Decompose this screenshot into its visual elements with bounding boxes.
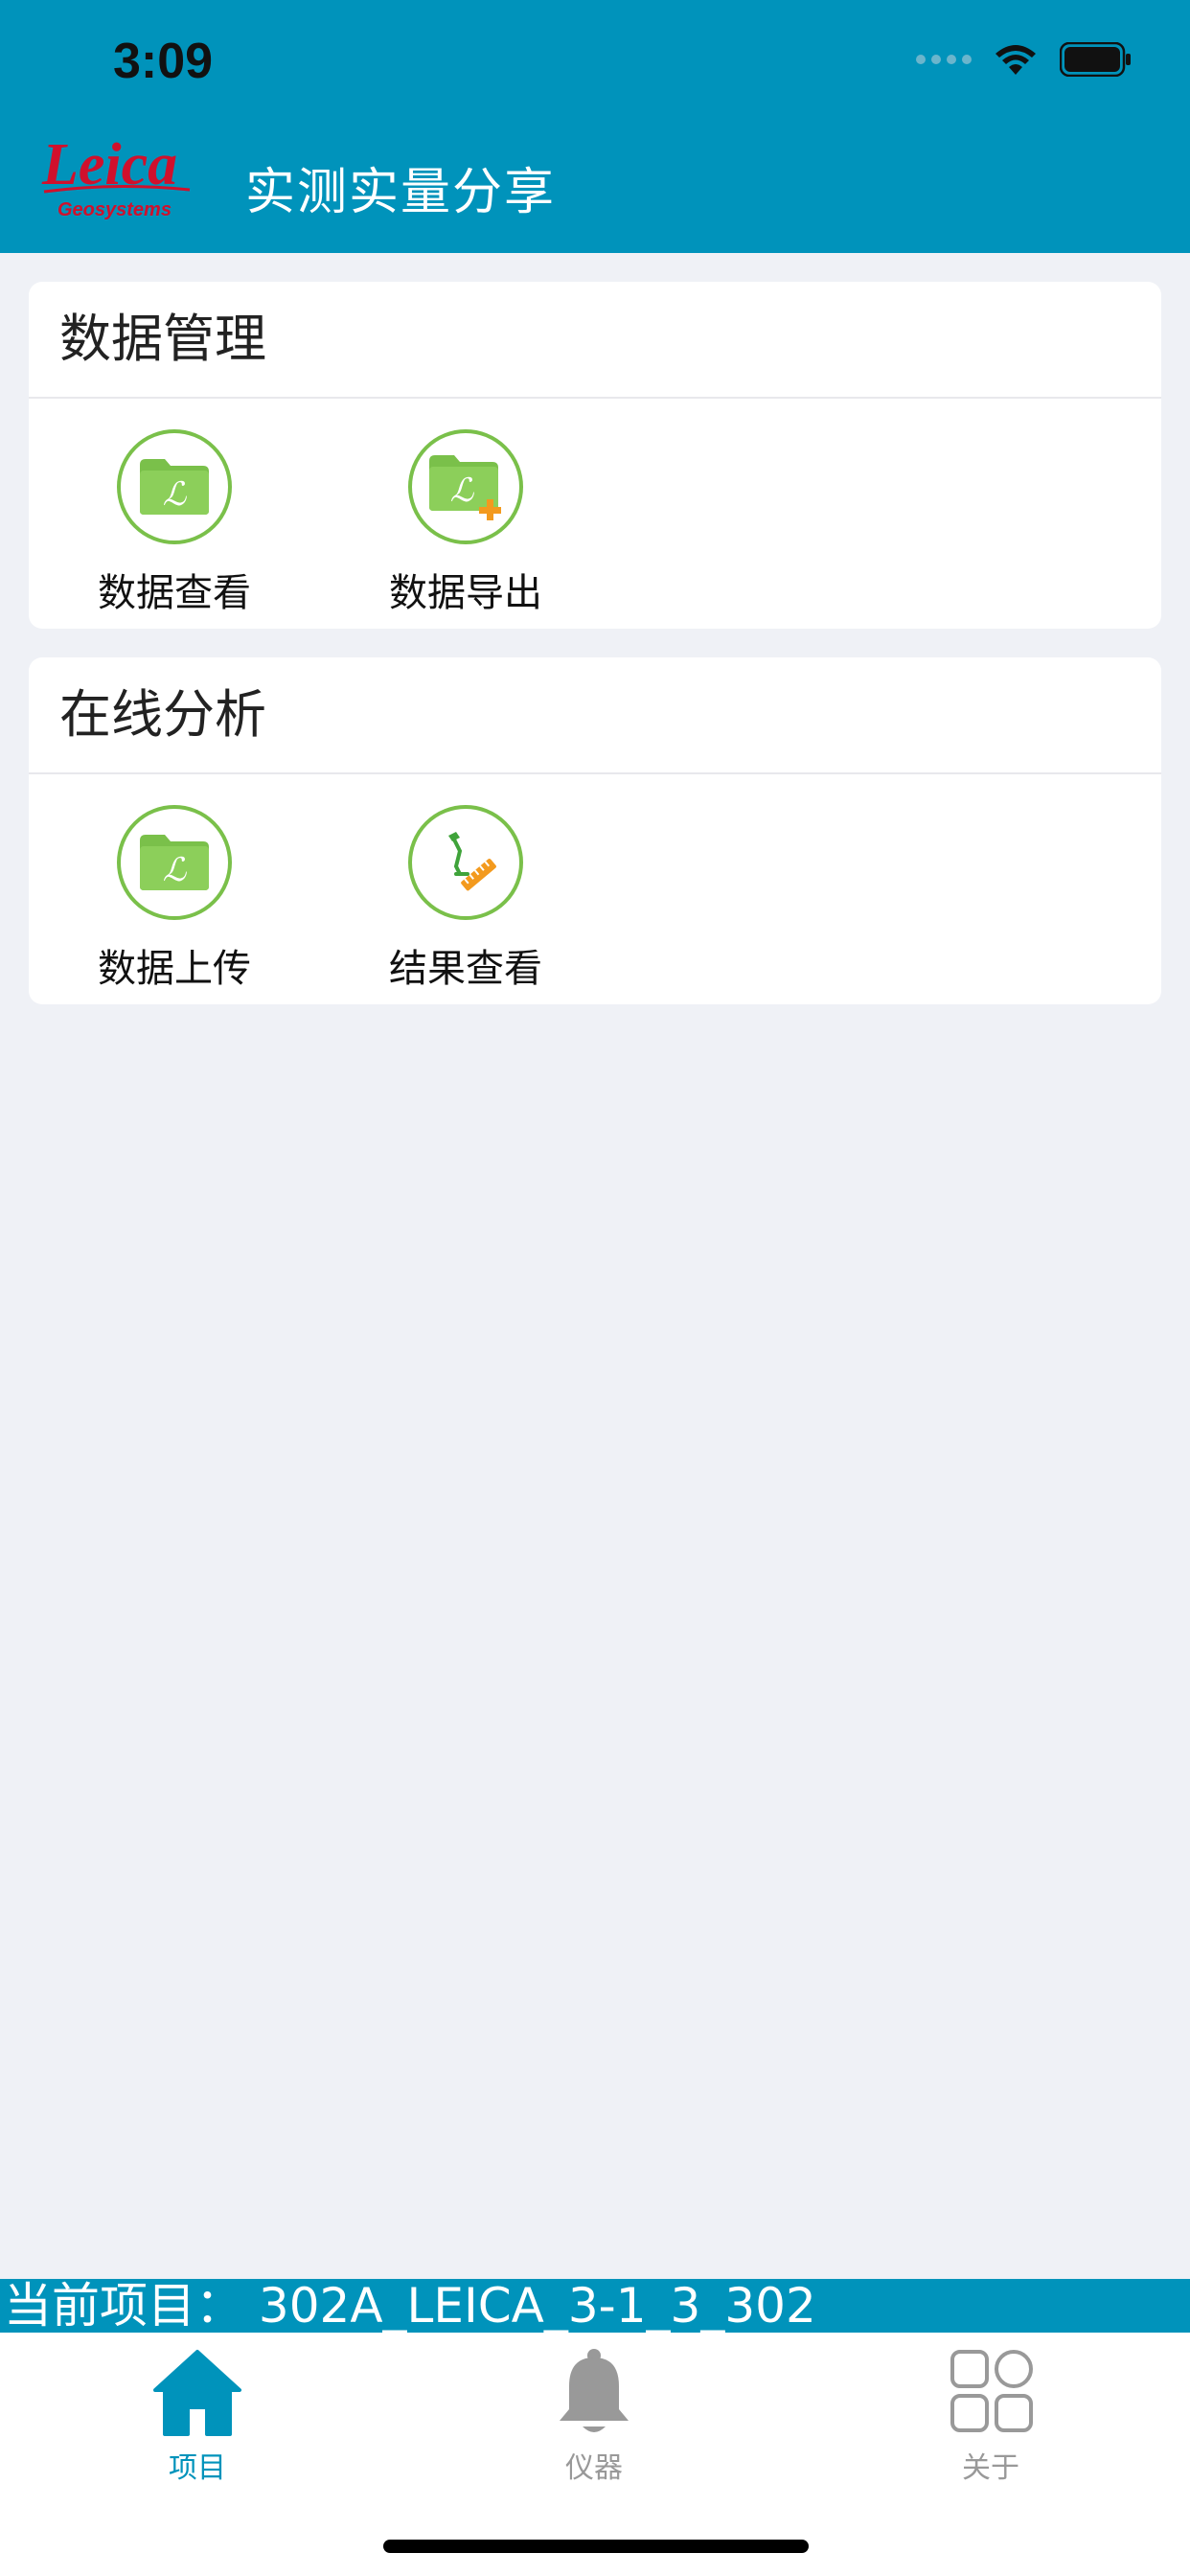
app-header: 3:09 Leica Geosystems 实测实量分享 [0,0,1190,253]
tab-instrument[interactable]: 仪器 [498,2346,690,2486]
section-body: ℒ 数据查看 ℒ 数据导出 [29,399,1161,629]
data-upload-button[interactable]: ℒ 数据上传 [59,805,289,993]
folder-icon: ℒ [117,429,232,544]
section-title: 在线分析 [29,657,1161,774]
status-icons [916,42,1133,77]
grid-icon [950,2350,1033,2432]
tile-label: 结果查看 [389,947,542,991]
bell-icon [560,2349,629,2432]
app-title: 实测实量分享 [245,164,557,221]
result-view-button[interactable]: 结果查看 [351,805,581,993]
svg-text:ℒ: ℒ [163,477,188,513]
section-data-management: 数据管理 ℒ 数据查看 ℒ 数据导出 [29,282,1161,629]
folder-add-icon: ℒ [408,429,523,544]
cellular-signal-icon [916,55,972,64]
data-export-button[interactable]: ℒ 数据导出 [351,429,581,617]
tile-label: 数据查看 [98,571,251,615]
section-title: 数据管理 [29,282,1161,399]
svg-text:ℒ: ℒ [163,853,188,888]
folder-icon: ℒ [117,805,232,920]
tile-label: 数据导出 [389,571,542,615]
tab-project[interactable]: 项目 [102,2346,293,2486]
section-online-analysis: 在线分析 ℒ 数据上传 结果查看 [29,657,1161,1004]
section-body: ℒ 数据上传 结果查看 [29,774,1161,1004]
wifi-icon [995,45,1036,75]
battery-icon [1060,42,1131,77]
tab-label: 项目 [169,2451,226,2485]
tab-about[interactable]: 关于 [895,2346,1087,2486]
measure-icon [408,805,523,920]
tab-label: 关于 [962,2451,1019,2485]
data-view-button[interactable]: ℒ 数据查看 [59,429,289,617]
svg-text:Geosystems: Geosystems [57,199,172,220]
tab-label: 仪器 [565,2451,623,2485]
leica-logo: Leica Geosystems [41,132,191,220]
current-project-bar: 当前项目： 302A_LEICA_3-1_3_302 [0,2279,1190,2333]
home-indicator[interactable] [383,2540,809,2553]
tile-label: 数据上传 [98,947,251,991]
svg-text:ℒ: ℒ [450,473,475,509]
status-time: 3:09 [113,34,214,89]
home-icon [153,2350,241,2436]
tab-bar: 项目 仪器 关于 [0,2333,1190,2576]
